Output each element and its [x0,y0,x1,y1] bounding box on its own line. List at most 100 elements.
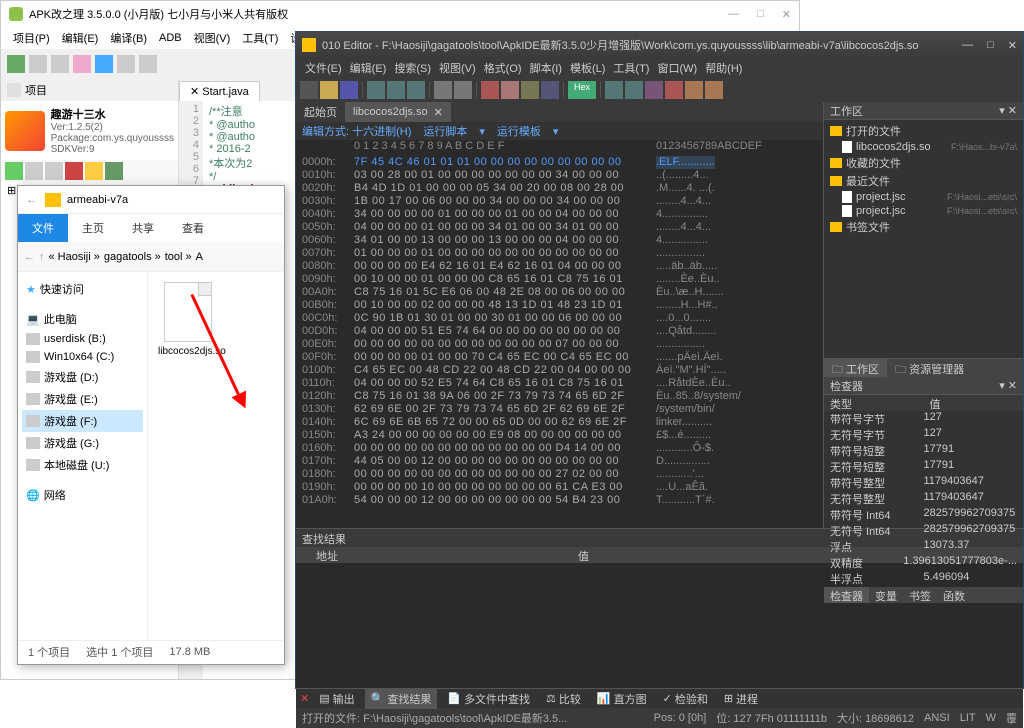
open-icon[interactable] [320,81,338,99]
menu-template[interactable]: 模板(L) [567,58,608,78]
menu-edit[interactable]: 编辑(E) [347,58,390,78]
menu-build[interactable]: 编译(B) [106,28,151,48]
find-icon[interactable] [481,81,499,99]
insp-btm-tab[interactable]: 函数 [937,587,971,603]
delete-icon[interactable] [65,162,83,180]
inspector-list[interactable]: 带符号字节127无符号字节127带符号短整17791无符号短整17791带符号整… [824,411,1023,587]
btab-findfiles[interactable]: 📄 多文件中查找 [441,689,536,709]
btab-checksum[interactable]: ✓ 检验和 [657,689,714,709]
tool-icon[interactable] [625,81,643,99]
tool-icon[interactable] [29,55,47,73]
menu-tools[interactable]: 工具(T) [610,58,652,78]
tool-icon[interactable] [541,81,559,99]
nav-drive[interactable]: 游戏盘 (F:) [22,410,143,432]
maximize-icon[interactable]: □ [757,8,764,21]
run-template[interactable]: 运行模板 [497,123,541,139]
nav-network[interactable]: 🌐网络 [22,484,143,506]
address-bar[interactable]: ← ↑ « Haosiji »gagatools »tool »A [18,242,284,272]
tool-icon[interactable] [139,55,157,73]
menu-project[interactable]: 项目(P) [9,28,54,48]
insp-tab-explorer[interactable]: 🗀 资源管理器 [887,359,972,377]
nav-this-pc[interactable]: 💻此电脑 [22,308,143,330]
explorer-titlebar[interactable]: ← armeabi-v7a [18,186,284,214]
menu-script[interactable]: 脚本(I) [527,58,565,78]
edit-mode[interactable]: 编辑方式: 十六进制(H) [302,123,411,139]
tool-icon[interactable] [117,55,135,73]
tool-icon[interactable] [645,81,663,99]
tab-home[interactable]: 主页 [68,214,118,242]
minimize-icon[interactable]: — [728,8,739,21]
recent-file[interactable]: project.jscF:\Haosi...ets\src\ [828,190,1019,204]
menu-view[interactable]: 视图(V) [190,28,235,48]
tool-icon[interactable] [605,81,623,99]
menu-format[interactable]: 格式(O) [481,58,525,78]
paste-icon[interactable] [407,81,425,99]
tool-icon[interactable] [25,162,43,180]
add-icon[interactable] [5,162,23,180]
tab-file[interactable]: 文件 [18,214,68,242]
search-icon[interactable] [95,55,113,73]
run-script[interactable]: 运行脚本 [423,123,467,139]
save-icon[interactable] [340,81,358,99]
tool-icon[interactable] [665,81,683,99]
editor-tab[interactable]: ✕ Start.java [179,81,260,101]
btab-histogram[interactable]: 📊 直方图 [591,689,653,709]
redo-icon[interactable] [454,81,472,99]
menu-tools[interactable]: 工具(T) [238,28,282,48]
menu-adb[interactable]: ADB [155,30,186,46]
nav-drive[interactable]: 本地磁盘 (U:) [22,454,143,476]
menu-file[interactable]: 文件(E) [302,58,345,78]
col-value[interactable]: 值 [558,547,609,563]
tool-icon[interactable] [685,81,703,99]
menu-search[interactable]: 搜索(S) [391,58,434,78]
start-tab[interactable]: 起始页 [296,102,345,122]
menu-window[interactable]: 窗口(W) [654,58,700,78]
btab-output[interactable]: ▤ 输出 [313,689,360,709]
favorites-node[interactable]: 收藏的文件 [828,154,1019,172]
minimize-icon[interactable]: — [962,39,973,52]
nav-drive[interactable]: 游戏盘 (D:) [22,366,143,388]
btab-compare[interactable]: ⚖ 比较 [540,689,587,709]
nav-up-icon[interactable]: ↑ [39,251,45,263]
apkide-titlebar[interactable]: APK改之理 3.5.0.0 (小月版) 七小月与小米人共有版权 — □ ✕ [1,1,799,27]
open-files-node[interactable]: 打开的文件 [828,122,1019,140]
tool-icon[interactable] [501,81,519,99]
nav-drive[interactable]: 游戏盘 (G:) [22,432,143,454]
tool-icon[interactable] [51,55,69,73]
btab-find[interactable]: 🔍 查找结果 [365,689,438,709]
hex-titlebar[interactable]: 010 Editor - F:\Haosiji\gagatools\tool\A… [296,32,1023,58]
tab-share[interactable]: 共享 [118,214,168,242]
hex-view[interactable]: 0000h:7F 45 4C 46 01 01 01 00 00 00 00 0… [296,156,823,528]
menu-help[interactable]: 帮助(H) [702,58,745,78]
menu-view[interactable]: 视图(V) [436,58,479,78]
refresh-icon[interactable] [105,162,123,180]
hex-badge[interactable]: Hex [568,81,596,99]
copy-icon[interactable] [387,81,405,99]
close-icon[interactable]: ✕ [782,8,791,21]
tool-icon[interactable] [521,81,539,99]
workspace-file[interactable]: libcocos2djs.soF:\Haos...bi-v7a\ [828,140,1019,154]
insp-btm-tab[interactable]: 书签 [903,587,937,603]
tree-expand-icon[interactable]: ⊞ [7,185,16,197]
recent-file[interactable]: project.jscF:\Haosi...ets\src\ [828,204,1019,218]
nav-quick-access[interactable]: ★快速访问 [22,278,143,300]
nav-drive[interactable]: 游戏盘 (E:) [22,388,143,410]
tool-icon[interactable] [705,81,723,99]
maximize-icon[interactable]: □ [987,39,994,52]
bookmarks-node[interactable]: 书签文件 [828,218,1019,236]
insp-btm-tab[interactable]: 变量 [869,587,903,603]
recent-node[interactable]: 最近文件 [828,172,1019,190]
insp-btm-tab[interactable]: 检查器 [824,587,869,603]
open-icon[interactable] [7,55,25,73]
btab-process[interactable]: ⊞ 进程 [718,689,764,709]
tool-icon[interactable] [45,162,63,180]
back-icon[interactable]: ← [26,194,37,206]
nav-drive[interactable]: Win10x64 (C:) [22,348,143,366]
tab-close-icon[interactable]: ✕ [434,106,443,119]
cut-icon[interactable] [367,81,385,99]
nav-back-icon[interactable]: ← [24,251,35,263]
close-icon[interactable]: ✕ [1008,39,1017,52]
file-tab[interactable]: libcocos2djs.so✕ [345,102,451,122]
nav-drive[interactable]: userdisk (B:) [22,330,143,348]
insp-tab-workspace[interactable]: 🗀 工作区 [824,359,887,377]
